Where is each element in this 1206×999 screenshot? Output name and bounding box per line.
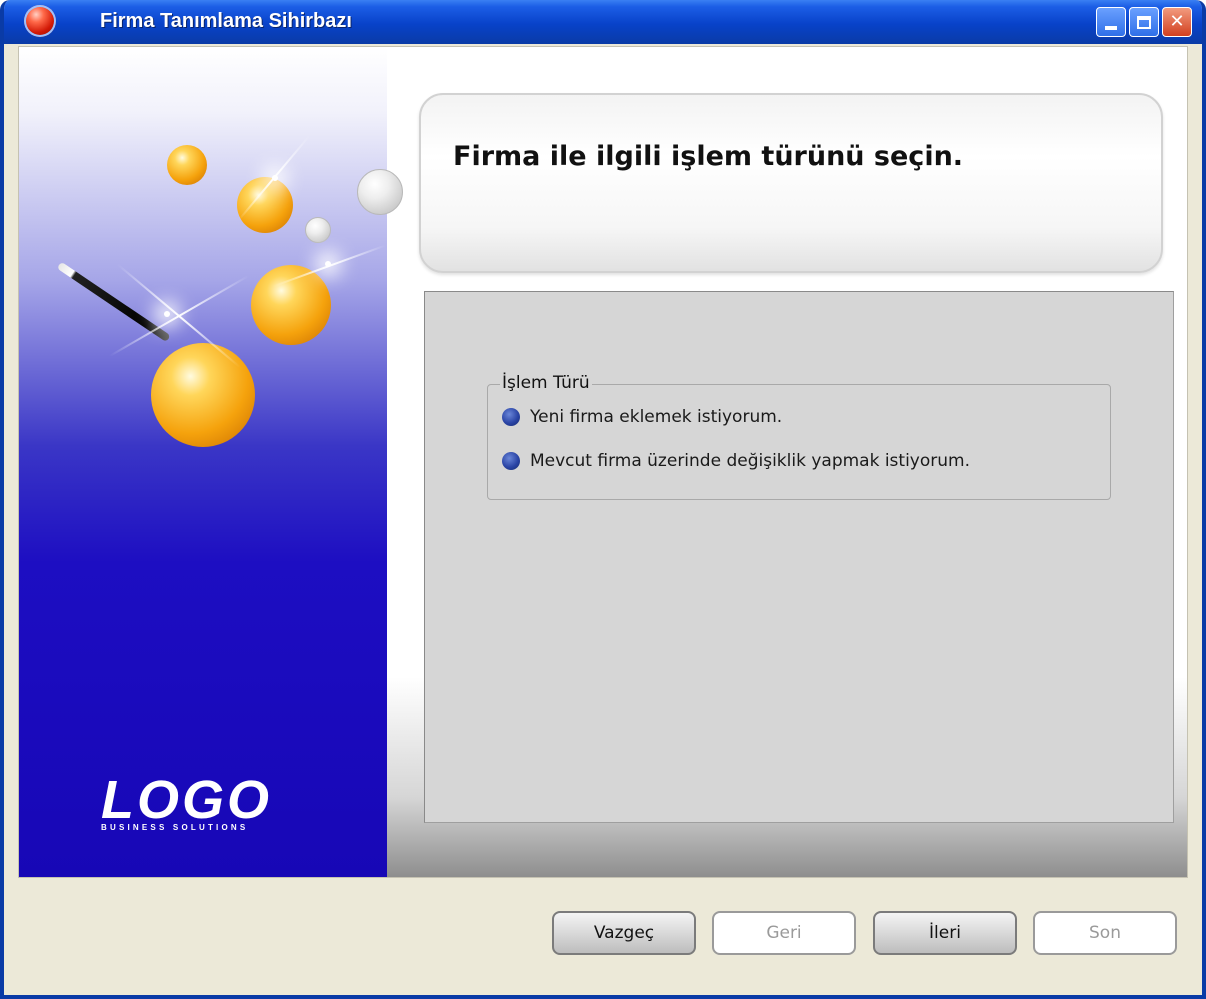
- minimize-icon: [1105, 26, 1117, 30]
- sparkle-icon: [325, 261, 331, 267]
- wizard-window: Firma Tanımlama Sihirbazı ✕ LOGO BUSINES…: [0, 0, 1206, 999]
- logo-wordmark: LOGO: [101, 770, 272, 830]
- radio-new-company[interactable]: Yeni firma eklemek istiyorum.: [502, 407, 782, 427]
- window-title: Firma Tanımlama Sihirbazı: [100, 10, 352, 32]
- small-glass-sphere: [305, 217, 331, 243]
- radio-button-icon[interactable]: [502, 408, 520, 426]
- close-button[interactable]: ✕: [1162, 7, 1192, 37]
- app-orb-icon[interactable]: [24, 5, 56, 37]
- sparkle-icon: [272, 175, 278, 181]
- heading-box: Firma ile ilgili işlem türünü seçin.: [419, 93, 1163, 273]
- back-button[interactable]: Geri: [712, 911, 856, 955]
- small-orange-sphere: [167, 145, 207, 185]
- maximize-icon: [1137, 15, 1151, 29]
- close-icon: ✕: [1169, 11, 1185, 32]
- big-orange-sphere: [151, 343, 255, 447]
- operation-type-group: İşlem Türü Yeni firma eklemek istiyorum.…: [487, 373, 1111, 500]
- cancel-button-label: Vazgeç: [593, 923, 655, 943]
- back-button-label: Geri: [766, 923, 802, 943]
- glass-sphere: [357, 169, 403, 215]
- next-button[interactable]: İleri: [873, 911, 1017, 955]
- wizard-buttons: Vazgeç Geri İleri Son: [4, 911, 1202, 955]
- cancel-button[interactable]: Vazgeç: [552, 911, 696, 955]
- finish-button[interactable]: Son: [1033, 911, 1177, 955]
- minimize-button[interactable]: [1096, 7, 1126, 37]
- next-button-label: İleri: [929, 923, 961, 943]
- radio-modify-company[interactable]: Mevcut firma üzerinde değişiklik yapmak …: [502, 451, 970, 471]
- maximize-button[interactable]: [1129, 7, 1159, 37]
- wizard-client-area: LOGO BUSINESS SOLUTIONS Firma ile ilgili…: [18, 46, 1188, 878]
- content-panel: İşlem Türü Yeni firma eklemek istiyorum.…: [424, 291, 1174, 823]
- title-bar[interactable]: Firma Tanımlama Sihirbazı ✕: [4, 0, 1202, 44]
- radio-label[interactable]: Mevcut firma üzerinde değişiklik yapmak …: [530, 451, 970, 471]
- radio-label[interactable]: Yeni firma eklemek istiyorum.: [530, 407, 782, 427]
- radio-button-icon[interactable]: [502, 452, 520, 470]
- page-heading: Firma ile ilgili işlem türünü seçin.: [453, 141, 964, 172]
- group-title: İşlem Türü: [500, 373, 592, 393]
- window-controls: ✕: [1096, 7, 1192, 37]
- finish-button-label: Son: [1089, 923, 1121, 943]
- large-orange-sphere: [251, 265, 331, 345]
- sparkle-icon: [164, 311, 170, 317]
- logo-tagline: BUSINESS SOLUTIONS: [101, 823, 249, 832]
- wizard-banner-art: LOGO BUSINESS SOLUTIONS: [19, 47, 387, 877]
